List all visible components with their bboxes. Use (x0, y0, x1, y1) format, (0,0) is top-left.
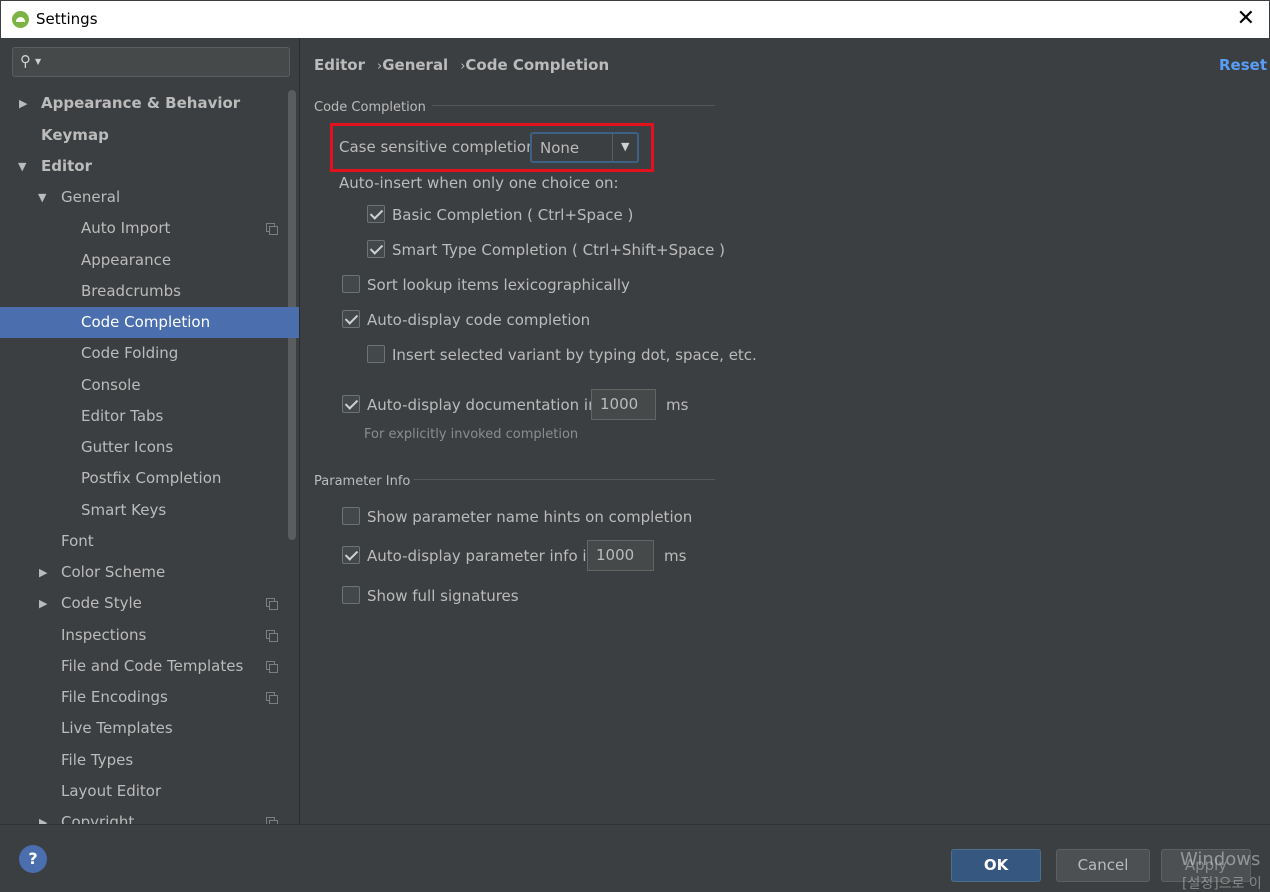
full-signatures-label[interactable]: Show full signatures (367, 587, 519, 605)
search-field[interactable]: ⚲ ▼ (12, 47, 290, 77)
close-icon[interactable]: ✕ (1237, 6, 1255, 31)
windows-activation-watermark-sub: [설정]으로 이 (1182, 876, 1262, 892)
sort-lexico-checkbox[interactable] (342, 275, 360, 293)
expand-arrow-icon[interactable]: ▶ (19, 88, 27, 119)
auto-insert-label: Auto-insert when only one choice on: (339, 174, 619, 192)
sidebar-item-postfix-completion[interactable]: Postfix Completion (0, 463, 299, 494)
sidebar-item-keymap[interactable]: Keymap (0, 120, 299, 151)
collapse-arrow-icon[interactable]: ▼ (38, 182, 46, 213)
sidebar-item-appearance[interactable]: Appearance (0, 245, 299, 276)
sidebar-item-layout-editor[interactable]: Layout Editor (0, 776, 299, 807)
case-sensitive-dropdown[interactable]: None ▼ (530, 132, 639, 163)
sidebar-item-file-code-templates[interactable]: File and Code Templates (0, 651, 299, 682)
cancel-button[interactable]: Cancel (1056, 849, 1150, 882)
collapse-arrow-icon[interactable]: ▼ (18, 151, 26, 182)
sidebar-item-general[interactable]: ▼ General (0, 182, 299, 213)
sidebar-item-console[interactable]: Console (0, 370, 299, 401)
search-icon: ⚲ (20, 52, 31, 70)
expand-arrow-icon[interactable]: ▶ (39, 557, 47, 588)
help-icon[interactable]: ? (19, 845, 47, 873)
breadcrumb-code-completion: Code Completion (465, 56, 610, 74)
ok-button[interactable]: OK (951, 849, 1041, 882)
project-settings-icon (266, 661, 278, 673)
insert-variant-label[interactable]: Insert selected variant by typing dot, s… (392, 346, 757, 364)
section-divider (414, 479, 715, 480)
settings-sidebar: ⚲ ▼ ▶ Appearance & Behavior Keymap ▼ Edi… (0, 38, 300, 824)
sidebar-item-code-style[interactable]: ▶ Code Style (0, 588, 299, 619)
chevron-down-icon[interactable]: ▼ (35, 57, 41, 66)
sidebar-item-copyright[interactable]: ▶ Copyright (0, 807, 299, 824)
auto-display-completion-checkbox[interactable] (342, 310, 360, 328)
project-settings-icon (266, 692, 278, 704)
show-hints-checkbox[interactable] (342, 507, 360, 525)
auto-display-param-checkbox[interactable] (342, 546, 360, 564)
auto-display-doc-label[interactable]: Auto-display documentation in (367, 396, 598, 414)
sidebar-item-editor[interactable]: ▼ Editor (0, 151, 299, 182)
sort-lexico-label[interactable]: Sort lookup items lexicographically (367, 276, 630, 294)
sidebar-item-code-folding[interactable]: Code Folding (0, 338, 299, 369)
sidebar-item-gutter-icons[interactable]: Gutter Icons (0, 432, 299, 463)
dialog-button-bar: ? OK Cancel Apply Windows [설정]으로 이 (0, 824, 1270, 892)
project-settings-icon (266, 223, 278, 235)
section-title-code-completion: Code Completion (314, 100, 426, 115)
project-settings-icon (266, 817, 278, 824)
expand-arrow-icon[interactable]: ▶ (39, 588, 47, 619)
section-divider (432, 105, 715, 106)
sidebar-item-editor-tabs[interactable]: Editor Tabs (0, 401, 299, 432)
show-hints-label[interactable]: Show parameter name hints on completion (367, 508, 692, 526)
breadcrumb-editor[interactable]: Editor (314, 56, 365, 74)
project-settings-icon (266, 598, 278, 610)
doc-delay-unit: ms (666, 396, 689, 414)
reset-link[interactable]: Reset (1219, 56, 1267, 74)
sidebar-item-font[interactable]: Font (0, 526, 299, 557)
sidebar-item-color-scheme[interactable]: ▶ Color Scheme (0, 557, 299, 588)
section-title-parameter-info: Parameter Info (314, 474, 411, 489)
android-studio-icon (12, 11, 29, 28)
chevron-down-icon[interactable]: ▼ (621, 140, 629, 153)
windows-activation-watermark: Windows (1180, 849, 1261, 870)
case-sensitive-value: None (540, 139, 580, 157)
basic-completion-label[interactable]: Basic Completion ( Ctrl+Space ) (392, 206, 633, 224)
dropdown-divider (612, 134, 613, 161)
smart-completion-label[interactable]: Smart Type Completion ( Ctrl+Shift+Space… (392, 241, 725, 259)
full-signatures-checkbox[interactable] (342, 586, 360, 604)
smart-completion-checkbox[interactable] (367, 240, 385, 258)
sidebar-item-smart-keys[interactable]: Smart Keys (0, 495, 299, 526)
sidebar-item-file-encodings[interactable]: File Encodings (0, 682, 299, 713)
sidebar-item-auto-import[interactable]: Auto Import (0, 213, 299, 244)
sidebar-item-live-templates[interactable]: Live Templates (0, 713, 299, 744)
breadcrumb-general[interactable]: General (382, 56, 448, 74)
param-delay-input[interactable]: 1000 (587, 540, 654, 571)
auto-display-param-label[interactable]: Auto-display parameter info in (367, 547, 596, 565)
sidebar-item-file-types[interactable]: File Types (0, 745, 299, 776)
sidebar-item-inspections[interactable]: Inspections (0, 620, 299, 651)
sidebar-item-code-completion[interactable]: Code Completion (0, 307, 299, 338)
param-delay-unit: ms (664, 547, 687, 565)
doc-delay-input[interactable]: 1000 (591, 389, 656, 420)
auto-display-doc-checkbox[interactable] (342, 395, 360, 413)
sidebar-item-breadcrumbs[interactable]: Breadcrumbs (0, 276, 299, 307)
basic-completion-checkbox[interactable] (367, 205, 385, 223)
auto-display-completion-label[interactable]: Auto-display code completion (367, 311, 590, 329)
case-sensitive-label: Case sensitive completion: (339, 138, 541, 156)
expand-arrow-icon[interactable]: ▶ (39, 807, 47, 824)
insert-variant-checkbox[interactable] (367, 345, 385, 363)
breadcrumb: Editor ›General ›Code Completion (314, 56, 609, 74)
project-settings-icon (266, 630, 278, 642)
title-bar: Settings ✕ (0, 0, 1270, 38)
sidebar-item-appearance-behavior[interactable]: ▶ Appearance & Behavior (0, 88, 299, 119)
doc-hint-text: For explicitly invoked completion (364, 427, 579, 442)
window-title: Settings (36, 10, 98, 28)
